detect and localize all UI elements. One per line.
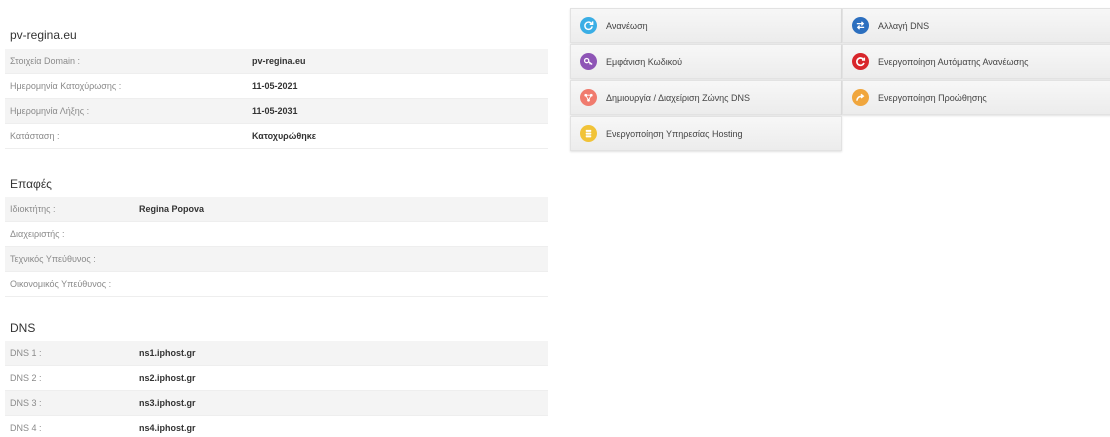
- dns-table: DNS 1 : ns1.iphost.gr DNS 2 : ns2.iphost…: [5, 341, 548, 437]
- table-row: Τεχνικός Υπεύθυνος :: [5, 247, 548, 272]
- refresh-icon: [580, 17, 597, 34]
- table-row: DNS 4 : ns4.iphost.gr: [5, 416, 548, 437]
- table-row: Ημερομηνία Κατοχύρωσης : 11-05-2021: [5, 74, 548, 99]
- change-dns-label: Αλλαγή DNS: [878, 20, 930, 31]
- database-icon: [580, 125, 597, 142]
- enable-hosting-button[interactable]: Ενεργοποίηση Υπηρεσίας Hosting: [570, 116, 842, 151]
- show-password-label: Εμφάνιση Κωδικού: [606, 56, 683, 67]
- enable-forwarding-button[interactable]: Ενεργοποίηση Προώθησης: [842, 80, 1110, 115]
- row-label: Κατάσταση :: [10, 131, 60, 141]
- table-row: Διαχειριστής :: [5, 222, 548, 247]
- domain-title: pv-regina.eu: [10, 28, 77, 42]
- row-value: Regina Popova: [139, 204, 205, 214]
- table-row: DNS 2 : ns2.iphost.gr: [5, 366, 548, 391]
- row-value: Κατοχυρώθηκε: [252, 131, 317, 141]
- contacts-title: Επαφές: [10, 177, 52, 191]
- row-value: ns4.iphost.gr: [139, 423, 196, 433]
- row-value: 11-05-2021: [252, 81, 298, 91]
- table-row: Στοιχεία Domain : pv-regina.eu: [5, 49, 548, 74]
- enable-auto-renew-button[interactable]: Ενεργοποίηση Αυτόματης Ανανέωσης: [842, 44, 1110, 79]
- swap-arrows-icon: [852, 17, 869, 34]
- row-label: DNS 1 :: [10, 348, 42, 358]
- row-value: 11-05-2031: [252, 106, 298, 116]
- row-value: ns3.iphost.gr: [139, 398, 196, 408]
- contacts-table: Ιδιοκτήτης : Regina Popova Διαχειριστής …: [5, 197, 548, 297]
- renew-button[interactable]: Ανανέωση: [570, 8, 842, 43]
- row-value: pv-regina.eu: [252, 56, 306, 66]
- domain-info-table: Στοιχεία Domain : pv-regina.eu Ημερομηνί…: [5, 49, 548, 149]
- auto-renew-icon: [852, 53, 869, 70]
- table-row: Οικονομικός Υπεύθυνος :: [5, 272, 548, 297]
- table-row: Ημερομηνία Λήξης : 11-05-2031: [5, 99, 548, 124]
- row-label: Τεχνικός Υπεύθυνος :: [10, 254, 96, 264]
- row-label: DNS 3 :: [10, 398, 42, 408]
- row-label: Διαχειριστής :: [10, 229, 65, 239]
- row-label: Ημερομηνία Κατοχύρωσης :: [10, 81, 122, 91]
- row-label: Ιδιοκτήτης :: [10, 204, 56, 214]
- dns-zone-label: Δημιουργία / Διαχείριση Ζώνης DNS: [606, 92, 750, 103]
- key-icon: [580, 53, 597, 70]
- row-label: Ημερομηνία Λήξης :: [10, 106, 90, 116]
- row-label: DNS 2 :: [10, 373, 42, 383]
- forward-arrow-icon: [852, 89, 869, 106]
- dns-zone-button[interactable]: Δημιουργία / Διαχείριση Ζώνης DNS: [570, 80, 842, 115]
- row-label: Οικονομικός Υπεύθυνος :: [10, 279, 112, 289]
- enable-forwarding-label: Ενεργοποίηση Προώθησης: [878, 92, 987, 103]
- network-zone-icon: [580, 89, 597, 106]
- change-dns-button[interactable]: Αλλαγή DNS: [842, 8, 1110, 43]
- table-row: DNS 1 : ns1.iphost.gr: [5, 341, 548, 366]
- table-row: Κατάσταση : Κατοχυρώθηκε: [5, 124, 548, 149]
- row-label: Στοιχεία Domain :: [10, 56, 81, 66]
- row-value: ns2.iphost.gr: [139, 373, 196, 383]
- table-row: DNS 3 : ns3.iphost.gr: [5, 391, 548, 416]
- enable-hosting-label: Ενεργοποίηση Υπηρεσίας Hosting: [606, 128, 743, 139]
- dns-title: DNS: [10, 321, 36, 335]
- table-row: Ιδιοκτήτης : Regina Popova: [5, 197, 548, 222]
- enable-auto-renew-label: Ενεργοποίηση Αυτόματης Ανανέωσης: [878, 56, 1029, 67]
- row-value: ns1.iphost.gr: [139, 348, 196, 358]
- row-label: DNS 4 :: [10, 423, 42, 433]
- show-password-button[interactable]: Εμφάνιση Κωδικού: [570, 44, 842, 79]
- renew-label: Ανανέωση: [606, 20, 648, 31]
